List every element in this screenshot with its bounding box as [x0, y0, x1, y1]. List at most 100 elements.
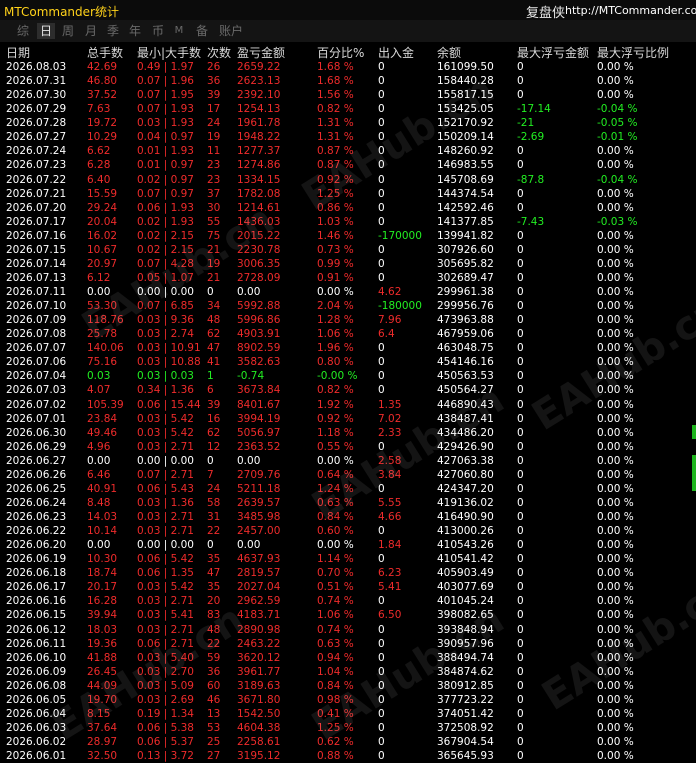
max-floating-loss-cell: 0 [517, 736, 524, 748]
table-row[interactable]: 2026.06.22 10.14 0.03 | 2.71 22 2457.00 0.60 … [0, 524, 696, 538]
table-row[interactable]: 2026.06.02 28.97 0.06 | 5.37 25 2258.61 0.62 … [0, 735, 696, 749]
percent-cell: 0.91 % [317, 271, 354, 284]
table-row[interactable]: 2026.07.27 10.29 0.04 | 0.97 19 1948.22 1.31 … [0, 130, 696, 144]
table-row[interactable]: 2026.07.15 10.67 0.02 | 2.15 21 2230.78 0.73 … [0, 243, 696, 257]
table-row[interactable]: 2026.06.18 18.74 0.06 | 1.35 47 2819.57 0.70 … [0, 566, 696, 580]
max-floating-loss-ratio-cell: 0.00 % [597, 286, 634, 298]
tab-weekly[interactable]: 周 [59, 23, 77, 39]
max-floating-loss-ratio-cell: 0.00 % [597, 679, 634, 692]
table-row[interactable]: 2026.07.09 118.76 0.03 | 9.36 48 5996.86 1.28… [0, 313, 696, 327]
table-row[interactable]: 2026.06.08 44.09 0.03 | 5.09 60 3189.63 0.84 … [0, 679, 696, 693]
table-row[interactable]: 2026.07.04 0.03 0.03 | 0.03 1 -0.74 -0.00 % 0 4… [0, 369, 696, 383]
table-row[interactable]: 2026.06.05 19.70 0.03 | 2.69 46 3671.80 0.98 … [0, 693, 696, 707]
table-row[interactable]: 2026.07.14 20.97 0.07 | 4.28 19 3006.35 0.99 … [0, 257, 696, 271]
balance-cell: 153425.05 [437, 103, 494, 116]
table-row[interactable]: 2026.07.16 16.02 0.02 | 2.15 75 2015.22 1.46 … [0, 229, 696, 243]
table-row[interactable]: 2026.06.20 0.00 0.00 | 0.00 0 0.00 0.00 % 1.84… [0, 538, 696, 552]
max-floating-loss-ratio-cell: 0.00 % [597, 637, 634, 650]
table-row[interactable]: 2026.07.07 140.06 0.03 | 10.91 47 8902.59 1.9… [0, 341, 696, 355]
deposit-withdrawal-cell: 0 [378, 159, 385, 172]
tab-account[interactable]: 账户 [217, 23, 245, 39]
date-cell: 2026.07.28 [6, 117, 67, 130]
table-row[interactable]: 2026.07.02 105.39 0.06 | 15.44 39 8401.67 1.9… [0, 398, 696, 412]
profit-loss-cell: 2890.98 [237, 623, 281, 636]
table-row[interactable]: 2026.06.26 6.46 0.07 | 2.71 7 2709.76 0.64 % 3… [0, 468, 696, 482]
profit-loss-cell: 0.00 [237, 539, 261, 552]
brand-url-link[interactable]: http://MTCommander.com [565, 4, 696, 17]
table-row[interactable]: 2026.08.03 42.69 0.49 | 1.97 26 2659.22 1.68 … [0, 60, 696, 74]
table-row[interactable]: 2026.06.16 16.28 0.03 | 2.71 20 2962.59 0.74 … [0, 594, 696, 608]
table-row[interactable]: 2026.06.23 14.03 0.03 | 2.71 31 3485.98 0.84 … [0, 510, 696, 524]
table-row[interactable]: 2026.06.25 40.91 0.06 | 5.43 24 5211.18 1.24 … [0, 482, 696, 496]
percent-cell: 1.56 % [317, 89, 354, 102]
table-row[interactable]: 2026.06.19 10.30 0.06 | 5.42 35 4637.93 1.14 … [0, 552, 696, 566]
tab-quarterly[interactable]: 季 [104, 23, 122, 39]
table-row[interactable]: 2026.06.09 26.45 0.03 | 2.70 36 3961.77 1.04 … [0, 665, 696, 679]
profit-loss-cell: 2457.00 [237, 525, 281, 538]
table-row[interactable]: 2026.07.13 6.12 0.05 | 1.07 21 2728.09 0.91 %… [0, 271, 696, 285]
percent-cell: 0.00 % [317, 286, 354, 298]
count-cell: 21 [207, 243, 221, 256]
balance-cell: 150209.14 [437, 131, 494, 144]
table-row[interactable]: 2026.06.29 4.96 0.03 | 2.71 12 2363.52 0.55 %… [0, 440, 696, 454]
edge-indicator [692, 425, 696, 439]
max-floating-loss-ratio-cell: -0.05 % [597, 117, 638, 130]
min-max-lots-cell: 0.19 | 1.34 [137, 707, 194, 720]
percent-cell: 0.74 % [317, 595, 354, 608]
table-row[interactable]: 2026.07.03 4.07 0.34 | 1.36 6 3673.84 0.82 % 0… [0, 383, 696, 397]
table-row[interactable]: 2026.07.17 20.04 0.02 | 1.93 55 1436.03 1.03 … [0, 215, 696, 229]
table-row[interactable]: 2026.06.17 20.17 0.03 | 5.42 35 2027.04 0.51 … [0, 580, 696, 594]
table-row[interactable]: 2026.07.23 6.28 0.01 | 0.97 23 1274.86 0.87 %… [0, 158, 696, 172]
count-cell: 36 [207, 75, 221, 88]
table-row[interactable]: 2026.06.12 18.03 0.03 | 2.71 48 2890.98 0.74 … [0, 623, 696, 637]
count-cell: 53 [207, 721, 221, 734]
count-cell: 25 [207, 736, 221, 748]
table-row[interactable]: 2026.06.30 49.46 0.03 | 5.42 62 5056.97 1.18 … [0, 426, 696, 440]
deposit-withdrawal-cell: 0 [378, 482, 385, 495]
table-row[interactable]: 2026.07.22 6.40 0.02 | 0.97 23 1334.15 0.92 %… [0, 173, 696, 187]
tab-yearly[interactable]: 年 [126, 23, 144, 39]
max-floating-loss-cell: 0 [517, 229, 524, 242]
count-cell: 34 [207, 300, 221, 313]
table-row[interactable]: 2026.07.11 0.00 0.00 | 0.00 0 0.00 0.00 % 4.62… [0, 285, 696, 299]
table-row[interactable]: 2026.06.04 8.15 0.19 | 1.34 13 1542.50 0.41 %… [0, 707, 696, 721]
tab-currency[interactable]: 币 [149, 23, 167, 39]
table-row[interactable]: 2026.07.10 53.30 0.07 | 6.85 34 5992.88 2.04 … [0, 299, 696, 313]
table-row[interactable]: 2026.07.28 19.72 0.03 | 1.93 24 1961.78 1.31 … [0, 116, 696, 130]
deposit-withdrawal-cell: 0 [378, 173, 385, 186]
percent-cell: 1.14 % [317, 553, 354, 566]
max-floating-loss-cell: 0 [517, 257, 524, 270]
table-row[interactable]: 2026.06.15 39.94 0.03 | 5.41 83 4183.71 1.06 … [0, 608, 696, 622]
table-row[interactable]: 2026.07.01 23.84 0.03 | 5.42 16 3994.19 0.92 … [0, 412, 696, 426]
count-cell: 48 [207, 314, 221, 327]
table-row[interactable]: 2026.07.08 25.78 0.03 | 2.74 62 4903.91 1.06 … [0, 327, 696, 341]
balance-cell: 450564.27 [437, 384, 494, 397]
percent-cell: 1.96 % [317, 342, 354, 355]
tab-notes[interactable]: 备 [193, 23, 211, 39]
table-row[interactable]: 2026.06.11 19.36 0.06 | 2.71 22 2463.22 0.63 … [0, 637, 696, 651]
table-row[interactable]: 2026.07.24 6.62 0.01 | 1.93 11 1277.37 0.87 %… [0, 144, 696, 158]
max-floating-loss-cell: 0 [517, 187, 524, 200]
max-floating-loss-cell: 0 [517, 243, 524, 256]
tab-daily[interactable]: 日 [37, 23, 55, 39]
max-floating-loss-ratio-cell: -0.04 % [597, 103, 638, 116]
table-row[interactable]: 2026.07.29 7.63 0.07 | 1.93 17 1254.13 0.82 %… [0, 102, 696, 116]
percent-cell: 1.92 % [317, 398, 354, 411]
tab-overview[interactable]: 综 [14, 23, 32, 39]
count-cell: 0 [207, 539, 214, 552]
date-cell: 2026.07.04 [6, 370, 67, 383]
table-row[interactable]: 2026.06.10 41.88 0.03 | 5.40 59 3620.12 0.94 … [0, 651, 696, 665]
table-row[interactable]: 2026.06.03 37.64 0.06 | 5.38 53 4604.38 1.25 … [0, 721, 696, 735]
tab-m[interactable]: M [171, 23, 187, 39]
table-row[interactable]: 2026.07.06 75.16 0.03 | 10.88 41 3582.63 0.80… [0, 355, 696, 369]
total-lots-cell: 4.07 [87, 384, 111, 397]
table-row[interactable]: 2026.07.20 29.24 0.06 | 1.93 30 1214.61 0.86 … [0, 201, 696, 215]
table-row[interactable]: 2026.07.31 46.80 0.07 | 1.96 36 2623.13 1.68 … [0, 74, 696, 88]
percent-cell: 0.64 % [317, 468, 354, 481]
table-row[interactable]: 2026.07.21 15.59 0.07 | 0.97 37 1782.08 1.25 … [0, 187, 696, 201]
table-row[interactable]: 2026.06.27 0.00 0.00 | 0.00 0 0.00 0.00 % 2.58… [0, 454, 696, 468]
max-floating-loss-ratio-cell: 0.00 % [597, 440, 634, 453]
tab-monthly[interactable]: 月 [82, 23, 100, 39]
table-row[interactable]: 2026.07.30 37.52 0.07 | 1.95 39 2392.10 1.56 … [0, 88, 696, 102]
table-row[interactable]: 2026.06.24 8.48 0.03 | 1.36 58 2639.57 0.63 %… [0, 496, 696, 510]
